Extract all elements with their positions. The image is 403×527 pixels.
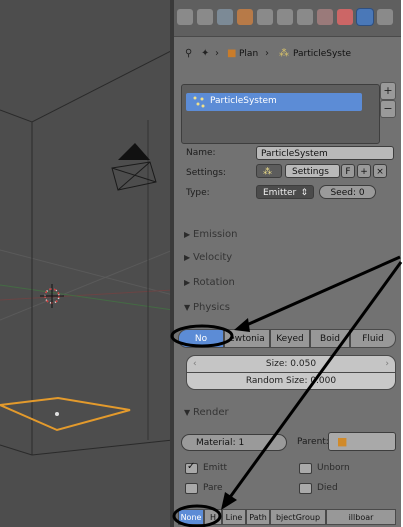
name-field[interactable]: ParticleSystem [256,146,394,160]
world-tab-icon[interactable] [217,9,233,25]
texture-tab-icon[interactable] [337,9,353,25]
seed-field[interactable]: Seed: 0 [319,185,376,199]
collapsed-triangle-icon: ▶ [184,230,191,239]
chevron-right-icon[interactable]: › [385,356,389,373]
scene-tab-icon[interactable] [197,9,213,25]
chevron-right-icon: › [215,48,219,59]
section-velocity-label: Velocity [193,252,233,263]
object-tab-icon[interactable] [237,9,253,25]
box-edge [31,439,173,456]
physics-tab-icon[interactable] [377,9,393,25]
list-item[interactable]: ParticleSystem [186,93,362,111]
section-rotation-label: Rotation [193,277,235,288]
properties-tab-bar [173,0,401,37]
unborn-label: Unborn [317,463,350,473]
type-dropdown[interactable]: Emitter ⇕ [256,185,314,199]
breadcrumb-object[interactable]: Plan [239,49,258,59]
particles-icon [193,96,205,108]
type-label: Type: [186,188,210,198]
material-tab-icon[interactable] [317,9,333,25]
x-axis-line [0,289,173,301]
grid-line [0,249,173,321]
parent-label: Parent: [297,437,329,447]
particles-tab-icon[interactable] [357,9,373,25]
scene-icon: ✦ [201,48,210,59]
section-emission-label: Emission [193,229,238,240]
constraints-tab-icon[interactable] [257,9,273,25]
type-value: Emitter [263,188,297,198]
section-render[interactable]: ▼ Render [184,407,229,418]
checkmark-icon: ✓ [187,461,196,472]
chevron-right-icon: › [265,48,269,59]
physics-type-fluid[interactable]: Fluid [350,329,396,348]
section-rotation[interactable]: ▶ Rotation [184,277,235,288]
render-type-line[interactable]: Line [222,509,246,525]
fake-user-button[interactable]: F [341,164,355,178]
render-type-billboard[interactable]: illboar [326,509,396,525]
name-label: Name: [186,148,216,158]
box-edge [0,444,33,456]
parents-checkbox[interactable] [185,483,198,494]
modifiers-tab-icon[interactable] [277,9,293,25]
breadcrumb-particle-system[interactable]: ParticleSyste [293,49,351,59]
render-type-path[interactable]: Path [246,509,270,525]
settings-browse-button[interactable]: ⁂ [256,164,282,178]
render-type-none[interactable]: None [178,509,204,525]
pin-icon[interactable]: ⚲ [185,48,192,59]
size-value: Size: 0.050 [265,359,317,369]
parents-label: Pare [203,483,223,493]
particles-icon: ⁂ [279,48,289,59]
physics-type-no[interactable]: No [178,329,224,348]
emitter-label: Emitt [203,463,228,473]
unborn-checkbox[interactable] [299,463,312,474]
list-item-label: ParticleSystem [210,96,277,106]
add-settings-icon[interactable]: + [357,164,371,178]
expanded-triangle-icon: ▼ [184,303,191,312]
remove-slot-button[interactable]: − [380,100,396,118]
died-label: Died [317,483,338,493]
particle-system-list[interactable]: ParticleSystem [181,84,380,144]
settings-label: Settings: [186,168,226,178]
3d-viewport[interactable] [0,0,173,527]
render-tab-icon[interactable] [177,9,193,25]
section-physics-label: Physics [193,302,230,313]
section-physics[interactable]: ▼ Physics [184,302,230,313]
physics-type-keyed[interactable]: Keyed [270,329,310,348]
object-origin [55,412,59,416]
add-slot-button[interactable]: + [380,82,396,100]
render-type-halo[interactable]: H [204,509,222,525]
blender-screenshot: ⚲ ✦ › ■ Plan › ⁂ ParticleSyste ParticleS… [0,0,403,527]
close-icon[interactable]: × [373,164,387,178]
physics-type-newtonian[interactable]: ewtonia [224,329,270,348]
camera-line [111,167,157,183]
properties-panel: ⚲ ✦ › ■ Plan › ⁂ ParticleSyste ParticleS… [173,0,401,527]
render-type-group[interactable]: bjectGroup [270,509,326,525]
data-tab-icon[interactable] [297,9,313,25]
object-icon: ■ [337,435,348,448]
box-edge [0,49,173,123]
parent-field[interactable]: ■ [328,432,396,451]
expanded-triangle-icon: ▼ [184,408,191,417]
section-render-label: Render [193,407,229,418]
size-field[interactable]: ‹ Size: 0.050 › [186,355,396,373]
material-field[interactable]: Material: 1 [181,434,287,451]
collapsed-triangle-icon: ▶ [184,253,191,262]
emitter-checkbox[interactable]: ✓ [185,461,198,474]
particles-icon: ⁂ [263,167,272,177]
dropdown-arrows-icon: ⇕ [300,188,308,198]
breadcrumb: ⚲ ✦ › ■ Plan › ⁂ ParticleSyste [173,40,401,72]
collapsed-triangle-icon: ▶ [184,278,191,287]
random-size-field[interactable]: Random Size: 0.000 [186,372,396,390]
physics-type-boid[interactable]: Boid [310,329,350,348]
settings-field[interactable]: Settings [285,164,340,178]
selected-plane-outline[interactable] [0,396,131,432]
panel-divider[interactable] [170,0,174,527]
died-checkbox[interactable] [299,483,312,494]
section-velocity[interactable]: ▶ Velocity [184,252,232,263]
section-emission[interactable]: ▶ Emission [184,229,238,240]
viewport-scene [0,49,173,456]
camera-triangle [118,143,150,160]
object-icon: ■ [227,48,237,59]
chevron-left-icon[interactable]: ‹ [193,356,197,373]
